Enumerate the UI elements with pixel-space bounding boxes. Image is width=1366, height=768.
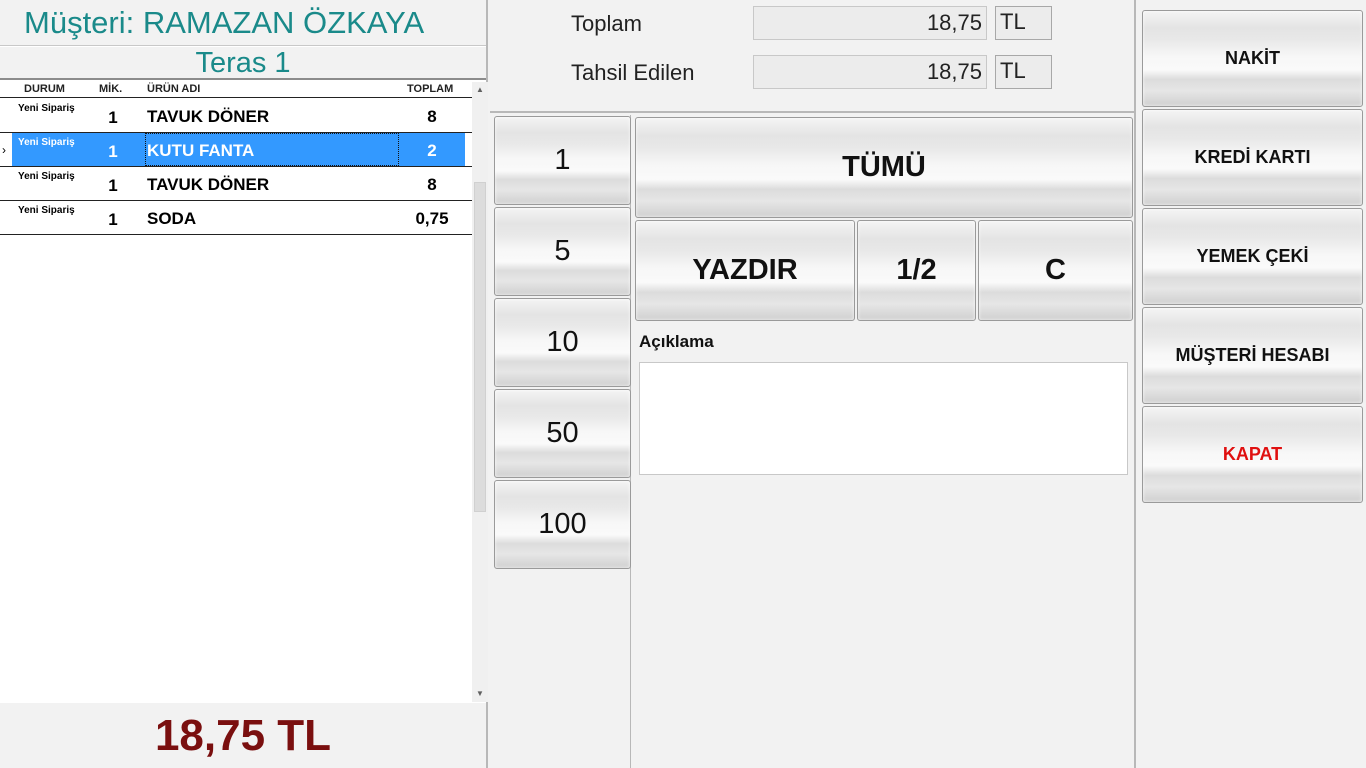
payment-panel: Toplam 18,75 TL Tahsil Edilen 18,75 TL 1… bbox=[490, 0, 1136, 768]
row-product: KUTU FANTA bbox=[147, 141, 255, 160]
row-status: Yeni Sipariş bbox=[18, 137, 75, 148]
customer-title: Müşteri: RAMAZAN ÖZKAYA bbox=[0, 0, 486, 46]
print-button[interactable]: YAZDIR bbox=[635, 220, 855, 321]
row-quantity: 1 bbox=[108, 142, 118, 161]
meal-voucher-button[interactable]: YEMEK ÇEKİ bbox=[1142, 208, 1363, 305]
description-input[interactable] bbox=[639, 362, 1128, 475]
total-currency: TL bbox=[995, 6, 1052, 40]
customer-account-button[interactable]: MÜŞTERİ HESABI bbox=[1142, 307, 1363, 404]
table-row[interactable]: Yeni Sipariş 1 SODA 0,75 bbox=[0, 201, 472, 235]
grid-scrollbar[interactable]: ▲ ▼ bbox=[472, 82, 488, 702]
row-quantity: 1 bbox=[108, 176, 118, 195]
row-product: TAVUK DÖNER bbox=[147, 175, 270, 194]
column-header-mik[interactable]: MİK. bbox=[99, 83, 122, 95]
table-row-selected[interactable]: › Yeni Sipariş 1 KUTU FANTA 2 bbox=[0, 133, 472, 167]
denomination-1-button[interactable]: 1 bbox=[494, 116, 631, 205]
half-button[interactable]: 1/2 bbox=[857, 220, 976, 321]
total-value-field: 18,75 bbox=[753, 6, 987, 40]
row-total: 0,75 bbox=[415, 209, 449, 228]
table-name: Teras 1 bbox=[0, 47, 486, 80]
description-label: Açıklama bbox=[639, 332, 714, 351]
payment-summary: Toplam 18,75 TL Tahsil Edilen 18,75 TL bbox=[490, 0, 1136, 113]
row-status: Yeni Sipariş bbox=[18, 171, 75, 182]
column-header-urun[interactable]: ÜRÜN ADI bbox=[147, 83, 200, 95]
clear-button[interactable]: C bbox=[978, 220, 1133, 321]
table-row[interactable]: Yeni Sipariş 1 TAVUK DÖNER 8 bbox=[0, 167, 472, 201]
cash-button[interactable]: NAKİT bbox=[1142, 10, 1363, 107]
row-selector-arrow-icon: › bbox=[2, 143, 6, 157]
denomination-5-button[interactable]: 5 bbox=[494, 207, 631, 296]
denomination-100-button[interactable]: 100 bbox=[494, 480, 631, 569]
all-amount-button[interactable]: TÜMÜ bbox=[635, 117, 1133, 218]
table-row[interactable]: Yeni Sipariş 1 TAVUK DÖNER 8 bbox=[0, 99, 472, 133]
grand-total: 18,75 TL bbox=[0, 703, 486, 768]
denomination-50-button[interactable]: 50 bbox=[494, 389, 631, 478]
row-product: TAVUK DÖNER bbox=[147, 107, 270, 126]
row-total: 8 bbox=[427, 107, 437, 126]
denomination-10-button[interactable]: 10 bbox=[494, 298, 631, 387]
close-button[interactable]: KAPAT bbox=[1142, 406, 1363, 503]
row-product: SODA bbox=[147, 209, 197, 228]
scroll-down-arrow-icon[interactable]: ▼ bbox=[472, 686, 488, 702]
row-status: Yeni Sipariş bbox=[18, 205, 75, 216]
row-total: 8 bbox=[427, 175, 437, 194]
row-status: Yeni Sipariş bbox=[18, 103, 75, 114]
collected-value-field[interactable]: 18,75 bbox=[753, 55, 987, 89]
row-total: 2 bbox=[427, 141, 437, 160]
scroll-thumb[interactable] bbox=[474, 182, 486, 512]
credit-card-button[interactable]: KREDİ KARTI bbox=[1142, 109, 1363, 206]
row-quantity: 1 bbox=[108, 108, 118, 127]
order-panel: Müşteri: RAMAZAN ÖZKAYA Teras 1 DURUM Mİ… bbox=[0, 0, 488, 768]
collected-currency: TL bbox=[995, 55, 1052, 89]
grid-header: DURUM MİK. ÜRÜN ADI TOPLAM bbox=[0, 82, 472, 98]
collected-label: Tahsil Edilen bbox=[571, 60, 695, 85]
row-quantity: 1 bbox=[108, 210, 118, 229]
payment-methods-panel: NAKİT KREDİ KARTI YEMEK ÇEKİ MÜŞTERİ HES… bbox=[1138, 0, 1366, 768]
column-header-toplam[interactable]: TOPLAM bbox=[407, 83, 453, 95]
scroll-up-arrow-icon[interactable]: ▲ bbox=[472, 82, 488, 98]
total-label: Toplam bbox=[571, 11, 642, 36]
column-header-durum[interactable]: DURUM bbox=[24, 83, 65, 95]
order-grid: DURUM MİK. ÜRÜN ADI TOPLAM Yeni Sipariş … bbox=[0, 82, 472, 702]
